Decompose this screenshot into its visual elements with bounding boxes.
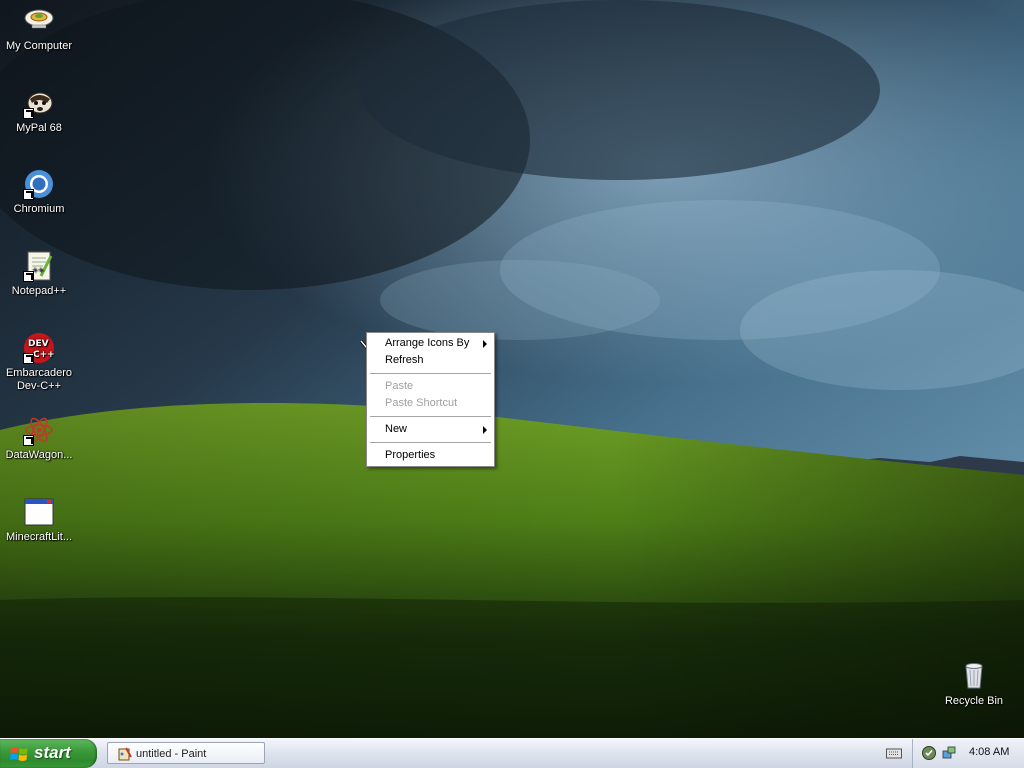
keyboard-icon[interactable] bbox=[886, 746, 902, 760]
svg-text:DEV: DEV bbox=[28, 339, 49, 349]
taskbar: start untitled - Paint 4:08 AM bbox=[0, 738, 1024, 768]
taskbar-button-paint[interactable]: untitled - Paint bbox=[107, 742, 265, 764]
shortcut-arrow-icon bbox=[23, 271, 34, 282]
start-button[interactable]: start bbox=[0, 739, 97, 768]
menu-item-properties[interactable]: Properties bbox=[367, 447, 494, 464]
recycle-bin-icon bbox=[958, 660, 990, 692]
desktop-icon-mypal[interactable]: MyPal 68 bbox=[0, 87, 78, 135]
desktop-context-menu: Arrange Icons By Refresh Paste Paste Sho… bbox=[366, 332, 495, 467]
desktop-icon-my-computer[interactable]: My Computer bbox=[0, 5, 78, 53]
menu-separator bbox=[370, 416, 491, 417]
paint-icon bbox=[118, 747, 132, 761]
menu-item-refresh[interactable]: Refresh bbox=[367, 352, 494, 369]
security-shield-icon[interactable] bbox=[921, 745, 937, 761]
start-label: start bbox=[34, 743, 71, 762]
menu-item-arrange-icons-by[interactable]: Arrange Icons By bbox=[367, 335, 494, 352]
windows-logo-icon bbox=[10, 747, 28, 761]
datawagon-icon bbox=[23, 414, 55, 446]
svg-text:C++: C++ bbox=[33, 350, 55, 360]
minecraftlite-icon bbox=[23, 496, 55, 528]
shortcut-arrow-icon bbox=[23, 189, 34, 200]
mypal-icon bbox=[23, 87, 55, 119]
desktop[interactable]: My Computer MyPal 68 Chromium ++ Notepad… bbox=[0, 0, 1024, 738]
devcpp-icon: DEV C++ bbox=[23, 332, 55, 364]
menu-separator bbox=[370, 373, 491, 374]
notepadpp-icon: ++ bbox=[23, 250, 55, 282]
wallpaper bbox=[0, 0, 1024, 738]
shortcut-arrow-icon bbox=[23, 353, 34, 364]
desktop-icon-notepadpp[interactable]: ++ Notepad++ bbox=[0, 250, 78, 298]
network-icon[interactable] bbox=[941, 745, 957, 761]
desktop-icon-minecraftlite[interactable]: MinecraftLit... bbox=[0, 496, 78, 544]
menu-item-new[interactable]: New bbox=[367, 421, 494, 438]
menu-item-paste-shortcut: Paste Shortcut bbox=[385, 397, 458, 409]
my-computer-icon bbox=[23, 5, 55, 37]
system-tray: 4:08 AM bbox=[912, 739, 1024, 768]
submenu-arrow-icon bbox=[483, 340, 487, 348]
menu-separator bbox=[370, 442, 491, 443]
menu-item-paste: Paste bbox=[385, 380, 414, 392]
desktop-icon-chromium[interactable]: Chromium bbox=[0, 168, 78, 216]
submenu-arrow-icon bbox=[483, 426, 487, 434]
desktop-icon-recycle-bin[interactable]: Recycle Bin bbox=[935, 660, 1013, 708]
desktop-icon-datawagon[interactable]: DataWagon... bbox=[0, 414, 78, 462]
shortcut-arrow-icon bbox=[23, 435, 34, 446]
chromium-icon bbox=[23, 168, 55, 200]
shortcut-arrow-icon bbox=[23, 108, 34, 119]
clock[interactable]: 4:08 AM bbox=[969, 746, 1009, 758]
desktop-icon-devcpp[interactable]: DEV C++ Embarcadero Dev-C++ bbox=[0, 332, 78, 393]
